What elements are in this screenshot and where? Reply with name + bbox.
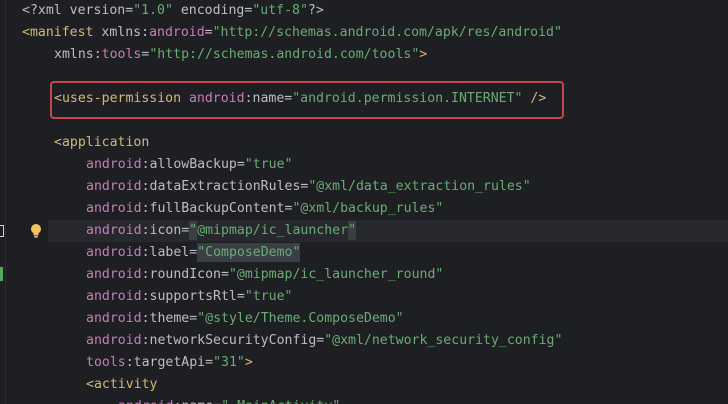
code-token: "utf-8" bbox=[252, 3, 308, 18]
code-token: networkSecurityConfig bbox=[149, 333, 317, 348]
code-token: icon bbox=[149, 223, 182, 238]
code-token: xml bbox=[37, 3, 70, 18]
fold-guide bbox=[5, 0, 6, 404]
code-token: : bbox=[141, 289, 150, 304]
code-token: targetApi bbox=[133, 355, 206, 370]
code-token: xmlns bbox=[54, 47, 94, 62]
code-token: tools bbox=[86, 355, 126, 370]
code-token: : bbox=[141, 25, 150, 40]
code-token: android bbox=[86, 267, 142, 282]
editor-gutter[interactable] bbox=[0, 0, 50, 404]
code-token: : bbox=[93, 47, 102, 62]
code-line[interactable]: <activity bbox=[86, 374, 157, 396]
bookmark-icon[interactable] bbox=[0, 225, 4, 237]
code-token: = bbox=[236, 157, 245, 172]
code-token: allowBackup bbox=[149, 157, 237, 172]
code-token: "31" bbox=[213, 355, 245, 370]
lightbulb-icon[interactable] bbox=[29, 223, 43, 239]
code-token: supportsRtl bbox=[149, 289, 237, 304]
code-token: android bbox=[86, 179, 142, 194]
code-token: : bbox=[174, 399, 182, 404]
code-token: = bbox=[221, 267, 229, 282]
code-token: android bbox=[86, 311, 142, 326]
code-token: android bbox=[86, 333, 142, 348]
code-line[interactable]: android:allowBackup="true" bbox=[86, 154, 292, 176]
code-token: = bbox=[204, 25, 213, 40]
code-token: "@xml/backup_rules" bbox=[292, 201, 444, 216]
code-token: "@xml/network_security_config" bbox=[324, 333, 563, 348]
code-token: : bbox=[141, 223, 150, 238]
code-token: > bbox=[419, 47, 428, 62]
code-token: android bbox=[149, 25, 205, 40]
code-line[interactable]: android:roundIcon="@mipmap/ic_launcher_r… bbox=[86, 264, 443, 286]
code-token: "@mipmap/ic_launcher_round" bbox=[228, 267, 444, 282]
code-token: label bbox=[149, 245, 190, 260]
code-token: theme bbox=[149, 311, 190, 326]
code-token: fullBackupContent bbox=[149, 201, 285, 216]
code-token: version bbox=[69, 3, 126, 18]
code-token: android bbox=[86, 223, 142, 238]
code-line[interactable]: xmlns:tools="http://schemas.android.com/… bbox=[54, 44, 427, 66]
code-token: android bbox=[86, 245, 142, 260]
code-token: "ComposeDemo" bbox=[197, 243, 301, 262]
code-line[interactable]: android:label="ComposeDemo" bbox=[86, 242, 301, 264]
code-token: encoding bbox=[172, 3, 245, 18]
code-line[interactable]: android:dataExtractionRules="@xml/data_e… bbox=[86, 176, 531, 198]
code-token: : bbox=[141, 245, 150, 260]
code-token: : bbox=[141, 179, 150, 194]
code-token: : bbox=[141, 157, 150, 172]
code-line[interactable]: android:supportsRtl="true" bbox=[86, 286, 292, 308]
code-token: "http://schemas.android.com/tools" bbox=[149, 47, 420, 62]
code-line[interactable]: <?xml version="1.0" encoding="utf-8"?> bbox=[22, 0, 324, 22]
code-token: "@style/Theme.ComposeDemo" bbox=[197, 311, 404, 326]
code-token: android bbox=[86, 157, 142, 172]
code-token: android bbox=[86, 289, 142, 304]
code-token: <activity bbox=[86, 377, 158, 392]
code-line[interactable]: android:name=".MainActivity" bbox=[118, 396, 340, 404]
code-token: roundIcon bbox=[149, 267, 221, 282]
highlight-box bbox=[50, 81, 564, 119]
code-token: = bbox=[205, 355, 214, 370]
code-line[interactable]: <manifest xmlns:android="http://schemas.… bbox=[22, 22, 562, 44]
code-token: "http://schemas.android.com/apk/res/andr… bbox=[212, 25, 562, 40]
vcs-added-marker[interactable] bbox=[0, 267, 3, 281]
code-token: android bbox=[118, 399, 174, 404]
code-token: "@xml/data_extraction_rules" bbox=[308, 179, 531, 194]
code-token: : bbox=[125, 355, 134, 370]
code-editor[interactable]: <?xml version="1.0" encoding="utf-8"?> <m… bbox=[0, 0, 728, 404]
code-line[interactable]: tools:targetApi="31"> bbox=[86, 352, 253, 374]
code-token: tools bbox=[101, 47, 142, 62]
code-line[interactable]: <application bbox=[54, 132, 149, 154]
code-token: ?> bbox=[307, 3, 324, 18]
code-token: : bbox=[141, 333, 150, 348]
code-token: : bbox=[141, 201, 150, 216]
code-token: " bbox=[189, 221, 198, 240]
code-token: = bbox=[125, 3, 134, 18]
code-token: <? bbox=[22, 3, 38, 18]
code-line[interactable]: android:fullBackupContent="@xml/backup_r… bbox=[86, 198, 443, 220]
code-token: "1.0" bbox=[133, 3, 173, 18]
code-token: xmlns bbox=[101, 25, 142, 40]
code-line[interactable]: android:theme="@style/Theme.ComposeDemo" bbox=[86, 308, 404, 330]
code-token: : bbox=[141, 311, 150, 326]
code-token: android bbox=[86, 201, 142, 216]
code-token: name bbox=[182, 399, 214, 404]
code-token: = bbox=[236, 289, 245, 304]
code-token: " bbox=[348, 221, 357, 240]
code-token: "true" bbox=[244, 157, 293, 172]
code-token: @mipmap/ic_launcher bbox=[197, 223, 349, 238]
code-token: = bbox=[189, 245, 198, 260]
code-token: dataExtractionRules bbox=[149, 179, 301, 194]
code-token: <manifest bbox=[22, 25, 102, 40]
code-token: : bbox=[141, 267, 150, 282]
code-token: <application bbox=[54, 135, 150, 150]
code-token: ".MainActivity" bbox=[221, 399, 340, 404]
code-token: "true" bbox=[244, 289, 293, 304]
code-token: = bbox=[189, 311, 198, 326]
code-token: > bbox=[244, 355, 253, 370]
code-line[interactable]: android:icon="@mipmap/ic_launcher" bbox=[86, 220, 357, 242]
code-line[interactable]: android:networkSecurityConfig="@xml/netw… bbox=[86, 330, 562, 352]
